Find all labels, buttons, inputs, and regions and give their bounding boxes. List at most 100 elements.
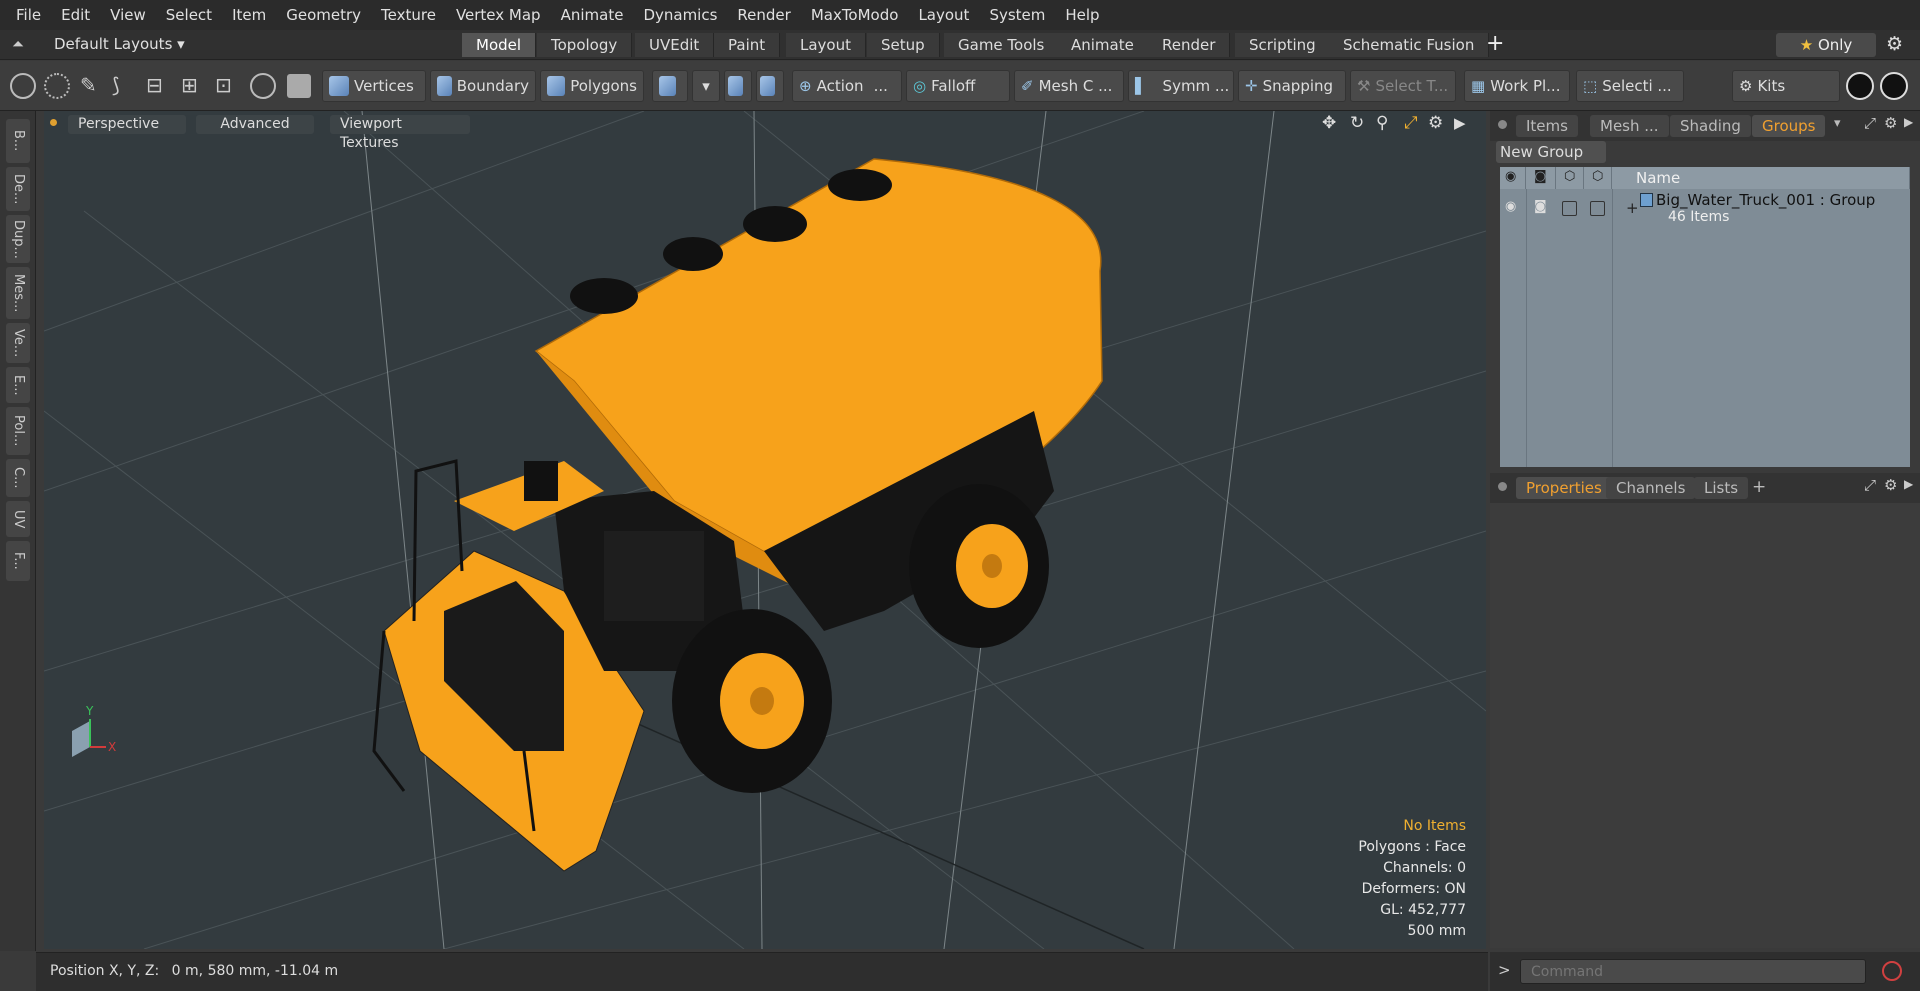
tab-uvedit[interactable]: UVEdit xyxy=(635,33,715,57)
select-column[interactable]: ⬡ xyxy=(1584,167,1612,189)
menu-help[interactable]: Help xyxy=(1055,0,1109,30)
advanced-button[interactable]: Advanced xyxy=(196,115,314,134)
action-button[interactable]: ⊕ Action... xyxy=(792,70,902,102)
circle-select-icon[interactable] xyxy=(10,73,36,99)
record-icon[interactable] xyxy=(1882,961,1902,981)
menu-file[interactable]: File xyxy=(6,0,51,30)
tabs-dropdown-icon[interactable]: ▾ xyxy=(1834,116,1841,131)
material-button[interactable] xyxy=(652,70,688,102)
item-mode-icon[interactable] xyxy=(287,74,311,98)
tab-schematic-fusion[interactable]: Schematic Fusion xyxy=(1329,33,1490,57)
tab-model[interactable]: Model xyxy=(462,33,537,57)
default-layouts-dropdown[interactable]: Default Layouts ▾ xyxy=(54,35,185,53)
tab-items[interactable]: Items xyxy=(1516,115,1578,137)
sphere-icon[interactable] xyxy=(250,73,276,99)
tab-mesh[interactable]: Mesh ... xyxy=(1590,115,1669,137)
group-row[interactable]: ◉ ◙ + Big_Water_Truck_001 : Group 46 Ite… xyxy=(1500,189,1910,467)
tab-lists[interactable]: Lists xyxy=(1694,477,1749,499)
move-view-icon[interactable]: ✥ xyxy=(1322,113,1336,133)
tab-topology[interactable]: Topology xyxy=(537,33,633,57)
mesh-constraint-button[interactable]: ✐ Mesh C ... xyxy=(1014,70,1124,102)
viewport-textures-button[interactable]: Viewport Textures xyxy=(330,115,470,151)
tab-channels[interactable]: Channels xyxy=(1606,477,1696,499)
snapping-button[interactable]: ✛ Snapping xyxy=(1238,70,1346,102)
panel-menu-icon[interactable]: ▶ xyxy=(1904,477,1913,491)
row-select-checkbox[interactable] xyxy=(1590,201,1605,216)
tab-render[interactable]: Render xyxy=(1148,33,1231,57)
viewport-gear-icon[interactable]: ⚙ xyxy=(1428,113,1443,133)
gear-icon[interactable]: ⚙ xyxy=(1886,33,1903,55)
new-group-button[interactable]: New Group xyxy=(1496,141,1606,163)
menu-texture[interactable]: Texture xyxy=(371,0,446,30)
zoom-view-icon[interactable]: ⚲ xyxy=(1376,113,1388,133)
menu-layout[interactable]: Layout xyxy=(908,0,979,30)
kits-button[interactable]: ⚙ Kits xyxy=(1732,70,1840,102)
3d-viewport[interactable]: Y X No Items Polygons : Face Channels: 0… xyxy=(44,111,1486,949)
menu-item[interactable]: Item xyxy=(222,0,276,30)
menu-render[interactable]: Render xyxy=(727,0,800,30)
select-through-button[interactable]: ⚒ Select T... xyxy=(1350,70,1456,102)
brush-icon[interactable]: ⟆ xyxy=(112,73,120,97)
menu-maxtomodo[interactable]: MaxToModo xyxy=(801,0,909,30)
collapse-up-icon[interactable]: ⏶ xyxy=(12,35,24,53)
panel-gear-icon[interactable]: ⚙ xyxy=(1884,476,1897,494)
only-button[interactable]: ★ Only xyxy=(1776,33,1876,57)
render-column[interactable]: ◙ xyxy=(1526,167,1556,189)
tab-paint[interactable]: Paint xyxy=(714,33,781,57)
tab-animate[interactable]: Animate xyxy=(1057,33,1149,57)
name-column-header[interactable]: Name xyxy=(1612,167,1910,189)
vtab-mesh[interactable]: Mes... xyxy=(6,267,30,319)
perspective-button[interactable]: Perspective xyxy=(68,115,186,134)
vertices-button[interactable]: Vertices xyxy=(322,70,426,102)
vtab-basic[interactable]: B... xyxy=(6,119,30,163)
polygons-button[interactable]: Polygons xyxy=(540,70,644,102)
frame-icon[interactable]: ⊡ xyxy=(215,73,232,97)
vtab-uv[interactable]: UV xyxy=(6,501,30,537)
vtab-polygon[interactable]: Pol... xyxy=(6,407,30,455)
unreal-icon[interactable] xyxy=(1880,72,1908,100)
menu-animate[interactable]: Animate xyxy=(551,0,634,30)
visibility-column[interactable]: ◉ xyxy=(1500,167,1526,189)
selection-sets-button[interactable]: ⬚ Selecti ... xyxy=(1576,70,1684,102)
material-dropdown[interactable]: ▾ xyxy=(692,70,720,102)
tab-game-tools[interactable]: Game Tools xyxy=(944,33,1060,57)
tab-properties[interactable]: Properties xyxy=(1516,477,1612,499)
vtab-fusion[interactable]: F... xyxy=(6,541,30,581)
maximize-view-icon[interactable]: ⤢ xyxy=(1404,113,1418,133)
menu-system[interactable]: System xyxy=(979,0,1055,30)
menu-dynamics[interactable]: Dynamics xyxy=(633,0,727,30)
panel-menu-icon[interactable]: ▶ xyxy=(1904,115,1913,129)
expand-group-icon[interactable]: + xyxy=(1626,199,1639,217)
symmetry-button[interactable]: ▌ Symm ... xyxy=(1128,70,1234,102)
pen-icon[interactable]: ✎ xyxy=(80,73,97,97)
boundary-button[interactable]: Boundary xyxy=(430,70,536,102)
tab-setup[interactable]: Setup xyxy=(867,33,940,57)
row-lock-checkbox[interactable] xyxy=(1562,201,1577,216)
vtab-vertex[interactable]: Ve... xyxy=(6,323,30,363)
menu-edit[interactable]: Edit xyxy=(51,0,100,30)
unity-icon[interactable] xyxy=(1846,72,1874,100)
falloff-button[interactable]: ◎ Falloff xyxy=(906,70,1010,102)
panel-gear-icon[interactable]: ⚙ xyxy=(1884,114,1897,132)
globe-icon[interactable] xyxy=(44,73,70,99)
row-camera-icon[interactable]: ◙ xyxy=(1534,199,1547,214)
expand-panel-icon[interactable]: ⤢ xyxy=(1864,114,1876,132)
row-eye-icon[interactable]: ◉ xyxy=(1505,199,1516,214)
vtab-curve[interactable]: C... xyxy=(6,459,30,497)
shield-button[interactable] xyxy=(724,70,752,102)
menu-vertex-map[interactable]: Vertex Map xyxy=(446,0,551,30)
expand-panel-icon[interactable]: ⤢ xyxy=(1864,476,1876,494)
transform-icon[interactable]: ⊟ xyxy=(146,73,163,97)
add-tab-button[interactable]: + xyxy=(1486,31,1504,56)
menu-select[interactable]: Select xyxy=(156,0,222,30)
command-input[interactable] xyxy=(1520,959,1866,984)
vtab-edge[interactable]: E... xyxy=(6,367,30,403)
tab-layout[interactable]: Layout xyxy=(786,33,866,57)
rotate-view-icon[interactable]: ↻ xyxy=(1350,113,1364,133)
tab-groups[interactable]: Groups xyxy=(1752,115,1826,137)
work-plane-button[interactable]: ▦ Work Pl... xyxy=(1464,70,1570,102)
vtab-duplicate[interactable]: Dup... xyxy=(6,215,30,263)
menu-geometry[interactable]: Geometry xyxy=(276,0,371,30)
tab-shading[interactable]: Shading xyxy=(1670,115,1751,137)
vtab-deform[interactable]: De... xyxy=(6,167,30,211)
